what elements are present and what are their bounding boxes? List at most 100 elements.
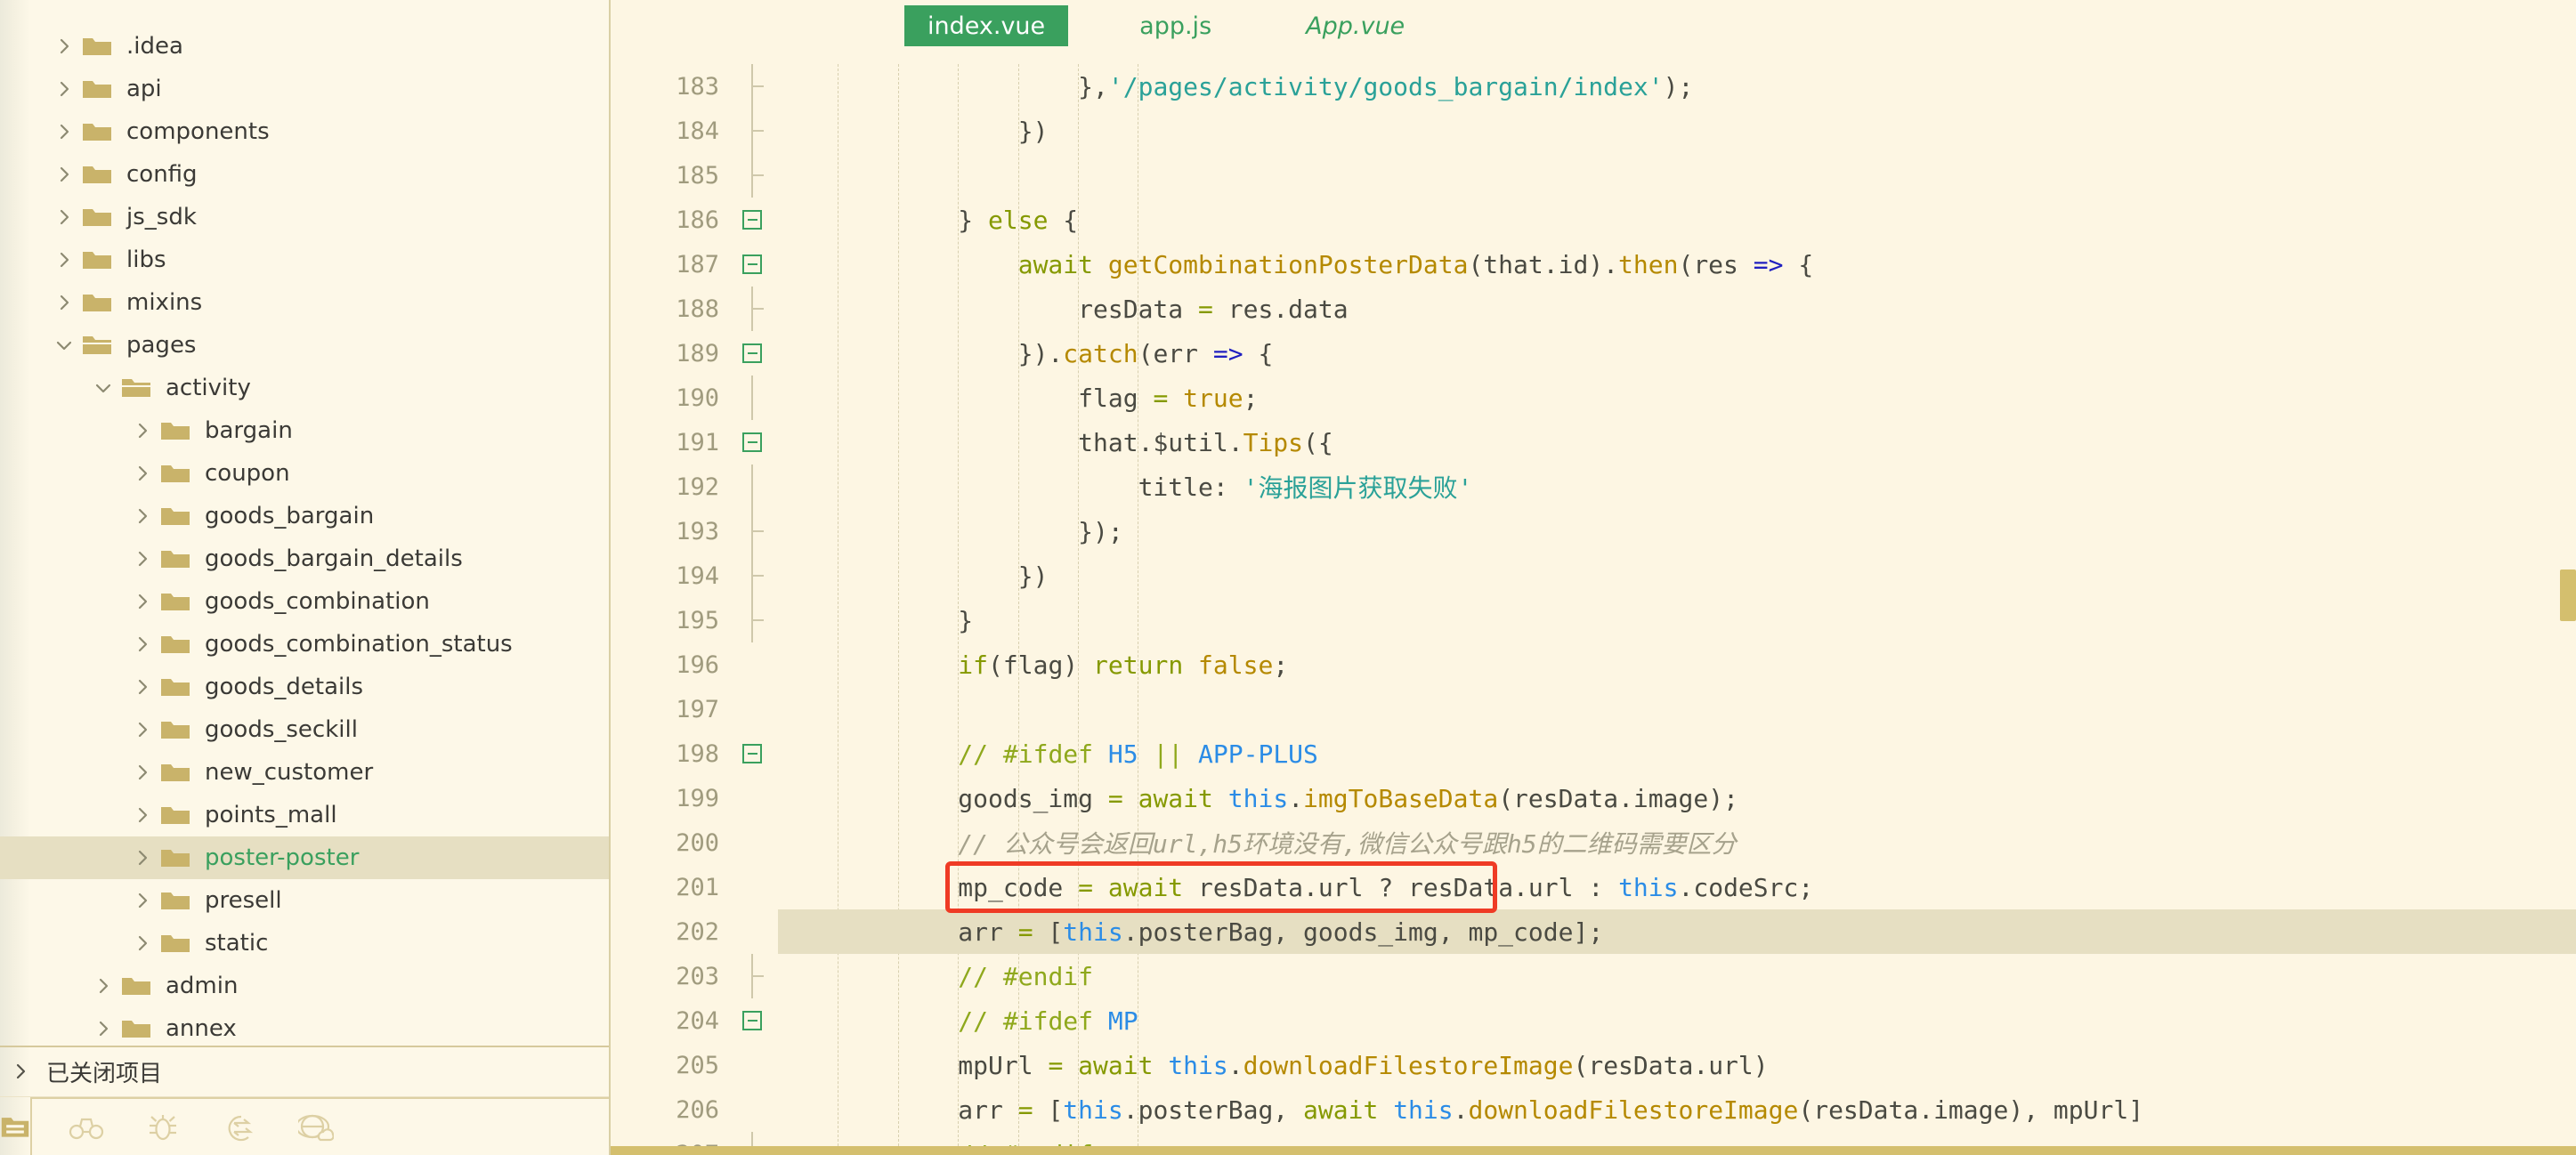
tree-item-poster-poster[interactable]: poster-poster xyxy=(0,836,609,879)
tree-item-components[interactable]: components xyxy=(0,110,609,153)
vertical-scrollbar[interactable] xyxy=(2560,107,2576,1155)
fold-collapse-icon[interactable] xyxy=(726,731,778,776)
code-token: }). xyxy=(1017,338,1064,368)
code-line[interactable]: // #ifdef MP xyxy=(778,998,2576,1043)
fold-collapse-icon[interactable] xyxy=(726,242,778,287)
code-area[interactable]: 183 184 185 186 187 188 189 190 191 192 193 194 195 1… xyxy=(611,53,2576,1155)
tree-item-pages[interactable]: pages xyxy=(0,324,609,367)
chevron-right-icon[interactable] xyxy=(52,34,77,59)
chevron-right-icon[interactable] xyxy=(130,674,155,699)
tree-item--idea[interactable]: .idea xyxy=(0,25,609,68)
code-line[interactable]: // #endif xyxy=(778,954,2576,998)
tree-item-libs[interactable]: libs xyxy=(0,238,609,281)
code-line[interactable]: } else { xyxy=(778,198,2576,242)
code-line[interactable]: resData = res.data xyxy=(778,287,2576,331)
code-line[interactable]: mpUrl = await this. downloadFilestoreImag… xyxy=(778,1043,2576,1087)
code-line[interactable]: // #ifdef H5 || APP-PLUS xyxy=(778,731,2576,776)
tree-item-goods-seckill[interactable]: goods_seckill xyxy=(0,708,609,751)
chevron-right-icon[interactable] xyxy=(130,888,155,913)
project-file-tree[interactable]: .idea api components config js_sdk libs mixins… xyxy=(0,0,609,1046)
code-line[interactable]: } xyxy=(778,598,2576,642)
chevron-right-icon[interactable] xyxy=(52,77,77,101)
fold-collapse-icon[interactable] xyxy=(726,331,778,376)
tree-item-goods-combination[interactable]: goods_combination xyxy=(0,580,609,623)
tree-item-new-customer[interactable]: new_customer xyxy=(0,751,609,794)
chevron-right-icon[interactable] xyxy=(130,589,155,614)
code-lines[interactable]: }, '/pages/activity/goods_bargain/index')… xyxy=(778,53,2576,1155)
code-token: '海报图片获取失败' xyxy=(1243,473,1473,503)
tree-item-goods-details[interactable]: goods_details xyxy=(0,666,609,708)
chevron-down-icon[interactable] xyxy=(91,376,116,400)
code-line[interactable]: goods_img = await this. imgToBaseData (res… xyxy=(778,776,2576,820)
tree-item-presell[interactable]: presell xyxy=(0,879,609,922)
code-line[interactable]: }) xyxy=(778,553,2576,598)
fold-collapse-icon[interactable] xyxy=(726,198,778,242)
code-line[interactable]: mp_code = await resData.url ? resData.ur… xyxy=(778,865,2576,909)
chevron-right-icon[interactable] xyxy=(52,119,77,144)
code-line[interactable]: }, '/pages/activity/goods_bargain/index')… xyxy=(778,64,2576,109)
chevron-right-icon[interactable] xyxy=(130,803,155,828)
code-line[interactable]: if (flag) return false; xyxy=(778,642,2576,687)
chevron-right-icon[interactable] xyxy=(52,290,77,315)
code-line[interactable]: arr = [this .posterBag, await this. downlo… xyxy=(778,1087,2576,1132)
chevron-right-icon[interactable] xyxy=(130,931,155,956)
chevron-right-icon[interactable] xyxy=(130,504,155,529)
editor-tab-app-js[interactable]: app.js xyxy=(1116,5,1235,46)
chevron-right-icon[interactable] xyxy=(130,717,155,742)
line-number: 193 xyxy=(676,517,719,545)
chevron-right-icon[interactable] xyxy=(52,205,77,230)
tree-item-api[interactable]: api xyxy=(0,68,609,110)
fold-collapse-icon[interactable] xyxy=(726,420,778,464)
code-line[interactable]: }). catch (err => { xyxy=(778,331,2576,376)
globe-cloud-icon[interactable] xyxy=(297,1109,335,1146)
chevron-right-icon[interactable] xyxy=(130,845,155,870)
chevron-right-icon[interactable] xyxy=(130,632,155,657)
code-line[interactable]: }); xyxy=(778,509,2576,553)
tree-item-config[interactable]: config xyxy=(0,153,609,196)
run-arrow-icon[interactable] xyxy=(221,1109,258,1146)
editor-tab-index-vue[interactable]: index.vue xyxy=(904,5,1069,46)
fold-collapse-icon[interactable] xyxy=(726,998,778,1043)
tree-item-goods-combination-status[interactable]: goods_combination_status xyxy=(0,623,609,666)
closed-projects-row[interactable]: 已关闭项目 xyxy=(0,1045,609,1097)
bug-debug-icon[interactable] xyxy=(144,1109,182,1146)
binoculars-search-icon[interactable] xyxy=(68,1109,105,1146)
code-line[interactable]: title: '海报图片获取失败' xyxy=(778,464,2576,509)
chevron-right-icon[interactable] xyxy=(91,1016,116,1041)
chevron-right-icon[interactable] xyxy=(130,418,155,443)
tree-item-mixins[interactable]: mixins xyxy=(0,281,609,324)
chevron-right-icon[interactable] xyxy=(130,760,155,785)
tree-item-activity[interactable]: activity xyxy=(0,367,609,409)
chevron-right-icon[interactable] xyxy=(52,247,77,272)
tree-item-goods-bargain[interactable]: goods_bargain xyxy=(0,495,609,537)
code-line[interactable]: flag = true; xyxy=(778,376,2576,420)
tree-item-points-mall[interactable]: points_mall xyxy=(0,794,609,836)
code-folding-gutter[interactable] xyxy=(726,53,778,1155)
tree-item-annex[interactable]: annex xyxy=(0,1007,609,1046)
chevron-right-icon[interactable] xyxy=(52,162,77,187)
tree-item-goods-bargain-details[interactable]: goods_bargain_details xyxy=(0,537,609,580)
chevron-right-icon[interactable] xyxy=(91,973,116,998)
tree-item-js-sdk[interactable]: js_sdk xyxy=(0,196,609,238)
chevron-right-icon[interactable] xyxy=(130,461,155,486)
tree-item-label: activity xyxy=(166,375,251,401)
horizontal-scrollbar[interactable] xyxy=(611,1146,2576,1155)
code-line[interactable]: }) xyxy=(778,109,2576,153)
tree-item-coupon[interactable]: coupon xyxy=(0,452,609,495)
code-line[interactable]: await getCombinationPosterData (that.id).… xyxy=(778,242,2576,287)
chevron-down-icon[interactable] xyxy=(52,333,77,358)
editor-tab-app-vue[interactable]: App.vue xyxy=(1283,5,1428,46)
code-line[interactable] xyxy=(778,687,2576,731)
code-line[interactable] xyxy=(778,153,2576,198)
tree-item-static[interactable]: static xyxy=(0,922,609,965)
chevron-right-icon[interactable] xyxy=(130,546,155,571)
vertical-scrollbar-thumb[interactable] xyxy=(2560,569,2576,621)
editor-tab-bar[interactable]: index.vue app.js App.vue xyxy=(611,0,2576,53)
code-token: res.data xyxy=(1212,294,1349,324)
tree-item-admin[interactable]: admin xyxy=(0,965,609,1007)
tree-item-bargain[interactable]: bargain xyxy=(0,409,609,452)
code-line[interactable]: // 公众号会返回url,h5环境没有,微信公众号跟h5的二维码需要区分 xyxy=(778,820,2576,865)
project-files-icon[interactable] xyxy=(0,1112,30,1141)
code-line[interactable]: arr = [this .posterBag, goods_img, mp_cod… xyxy=(778,909,2576,954)
code-line[interactable]: that. $util. Tips({ xyxy=(778,420,2576,464)
